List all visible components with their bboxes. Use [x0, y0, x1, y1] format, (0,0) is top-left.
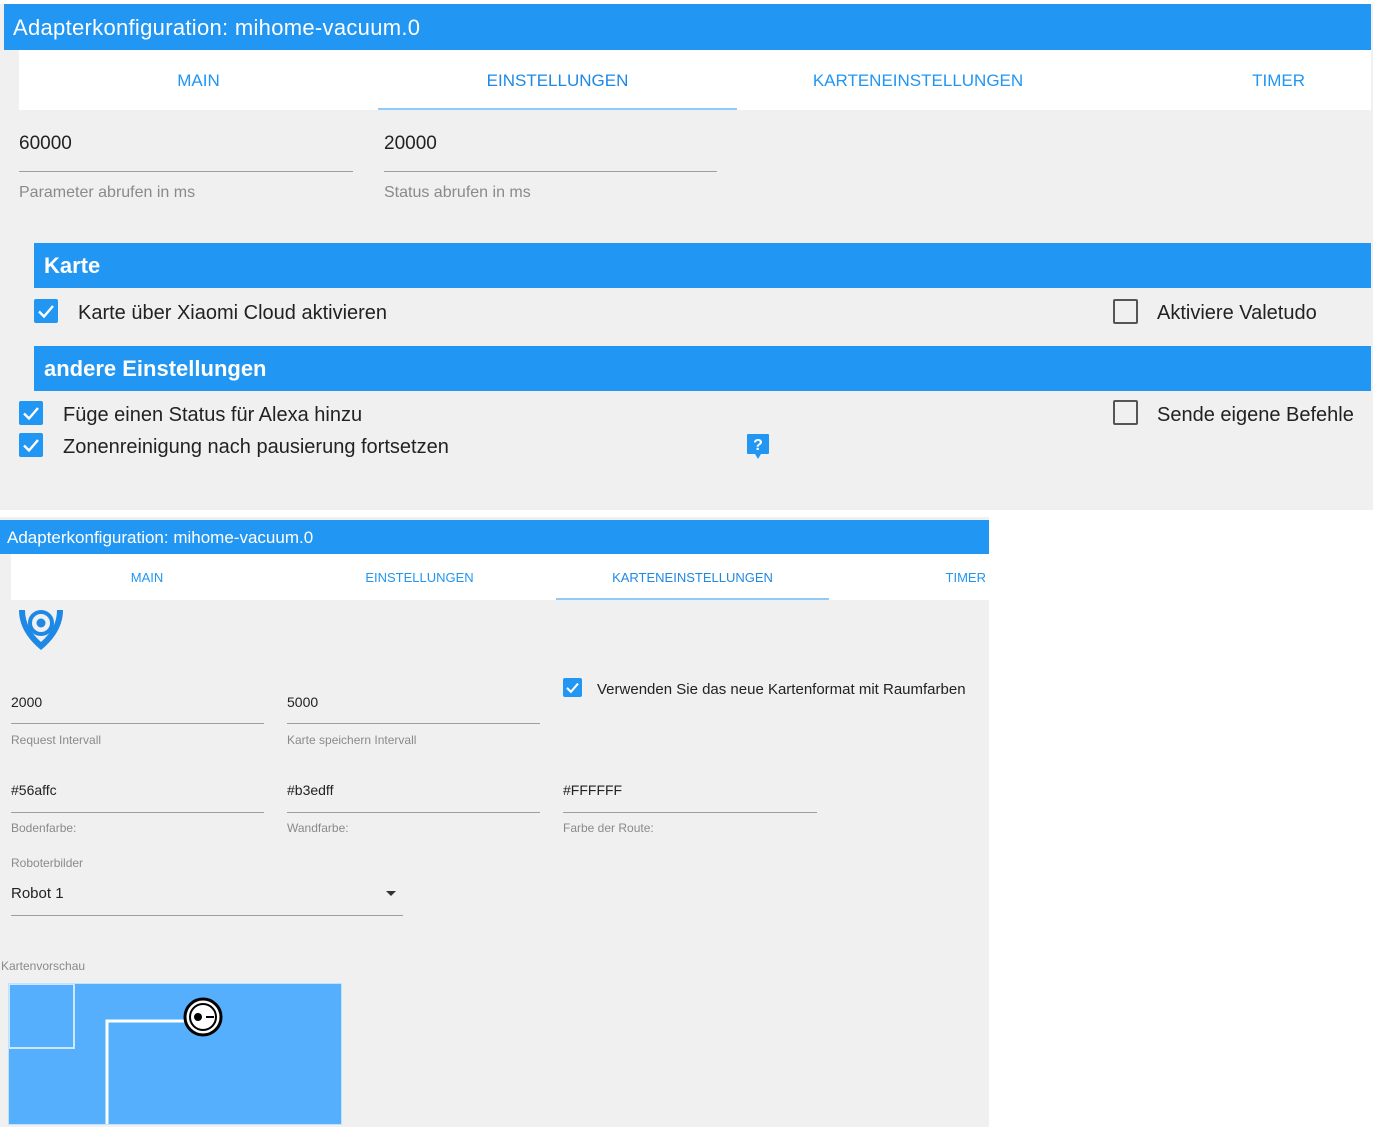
route-color-input[interactable]: #FFFFFF: [563, 782, 817, 798]
map-wall: [9, 984, 75, 1049]
floor-color-underline: [11, 812, 264, 813]
tab-timer-label: TIMER: [1252, 71, 1305, 90]
checkbox-new-map-format-label: Verwenden Sie das neue Kartenformat mit …: [597, 681, 966, 698]
checkbox-alexa[interactable]: [19, 401, 43, 425]
robot-image-value: Robot 1: [11, 885, 64, 902]
bottom-window-title: Adapterkonfiguration: mihome-vacuum.0: [7, 528, 314, 547]
bottom-tab-main[interactable]: MAIN: [11, 554, 283, 600]
bottom-tab-karteneinstellungen[interactable]: KARTENEINSTELLUNGEN: [556, 554, 829, 600]
tab-einstellungen-label: EINSTELLUNGEN: [486, 71, 629, 90]
bottom-tab-karteneinstellungen-label: KARTENEINSTELLUNGEN: [612, 570, 773, 585]
request-interval-underline: [11, 723, 264, 724]
window-title-bar: Adapterkonfiguration: mihome-vacuum.0: [4, 4, 1371, 50]
svg-text:?: ?: [753, 437, 763, 454]
check-icon: [566, 682, 579, 694]
checkbox-cloud[interactable]: [34, 299, 58, 323]
check-icon: [23, 439, 39, 453]
checkbox-zone[interactable]: [19, 433, 43, 457]
robot-icon: [183, 997, 223, 1037]
floor-color-label: Bodenfarbe:: [11, 821, 77, 835]
question-icon[interactable]: ?: [746, 433, 770, 461]
checkbox-valetudo-label: Aktiviere Valetudo: [1157, 302, 1317, 324]
section-other-title: andere Einstellungen: [44, 356, 267, 381]
bottom-tab-bar: MAIN EINSTELLUNGEN KARTENEINSTELLUNGEN T…: [11, 554, 989, 600]
tab-main[interactable]: MAIN: [19, 50, 378, 110]
request-interval-input[interactable]: 2000: [11, 694, 264, 710]
bottom-tab-timer[interactable]: TIMER: [829, 554, 989, 600]
checkbox-valetudo[interactable]: [1113, 299, 1138, 324]
map-preview-canvas: [9, 984, 223, 1124]
bottom-tab-main-label: MAIN: [130, 570, 164, 585]
map-pin-logo-icon: [17, 606, 65, 652]
route-color-underline: [563, 812, 817, 813]
tab-timer[interactable]: TIMER: [1099, 50, 1371, 110]
checkbox-commands[interactable]: [1113, 400, 1138, 425]
map-preview-label: Kartenvorschau: [1, 959, 86, 973]
window-title: Adapterkonfiguration: mihome-vacuum.0: [13, 15, 421, 40]
tab-einstellungen[interactable]: EINSTELLUNGEN: [378, 50, 737, 110]
robot-image-select[interactable]: Robot 1: [11, 878, 403, 916]
wall-color-underline: [287, 812, 540, 813]
save-interval-label: Karte speichern Intervall: [287, 733, 417, 747]
checkbox-new-map-format[interactable]: [563, 678, 582, 697]
check-icon: [38, 305, 54, 319]
help-bubble-icon: ?: [747, 434, 769, 459]
poll-status-input[interactable]: 20000: [384, 133, 717, 155]
wall-color-input[interactable]: #b3edff: [287, 782, 540, 798]
bottom-window-title-bar: Adapterkonfiguration: mihome-vacuum.0: [0, 520, 989, 554]
map-preview: [8, 983, 342, 1125]
section-karte-header: Karte: [34, 243, 1371, 288]
checkbox-zone-label: Zonenreinigung nach pausierung fortsetze…: [63, 436, 449, 458]
top-tab-bar: MAIN EINSTELLUNGEN KARTENEINSTELLUNGEN T…: [19, 50, 1371, 110]
poll-parameters-label: Parameter abrufen in ms: [19, 184, 196, 201]
check-icon: [23, 407, 39, 421]
request-interval-label: Request Intervall: [11, 733, 102, 747]
tab-main-label: MAIN: [177, 71, 220, 90]
section-karte-title: Karte: [44, 253, 101, 278]
section-other-header: andere Einstellungen: [34, 346, 1371, 391]
route-color-label: Farbe der Route:: [563, 821, 654, 835]
tab-karteneinstellungen-label: KARTENEINSTELLUNGEN: [812, 71, 1024, 90]
poll-status-label: Status abrufen in ms: [384, 184, 531, 201]
poll-status-underline: [384, 171, 717, 172]
wall-color-label: Wandfarbe:: [287, 821, 349, 835]
bottom-tab-einstellungen[interactable]: EINSTELLUNGEN: [283, 554, 556, 600]
floor-color-input[interactable]: #56affc: [11, 782, 264, 798]
checkbox-cloud-label: Karte über Xiaomi Cloud aktivieren: [78, 302, 388, 324]
save-interval-input[interactable]: 5000: [287, 694, 540, 710]
bottom-tab-einstellungen-label: EINSTELLUNGEN: [365, 570, 474, 585]
checkbox-alexa-label: Füge einen Status für Alexa hinzu: [63, 404, 363, 426]
poll-parameters-underline: [19, 171, 353, 172]
robot-image-label: Roboterbilder: [11, 856, 84, 870]
tab-karteneinstellungen[interactable]: KARTENEINSTELLUNGEN: [737, 50, 1099, 110]
chevron-down-icon: [386, 891, 396, 896]
poll-parameters-input[interactable]: 60000: [19, 133, 353, 155]
logo-svg: [19, 610, 63, 650]
checkbox-commands-label: Sende eigene Befehle: [1157, 404, 1354, 426]
save-interval-underline: [287, 723, 540, 724]
map-route: [105, 1019, 185, 1124]
bottom-tab-timer-label: TIMER: [945, 570, 986, 585]
